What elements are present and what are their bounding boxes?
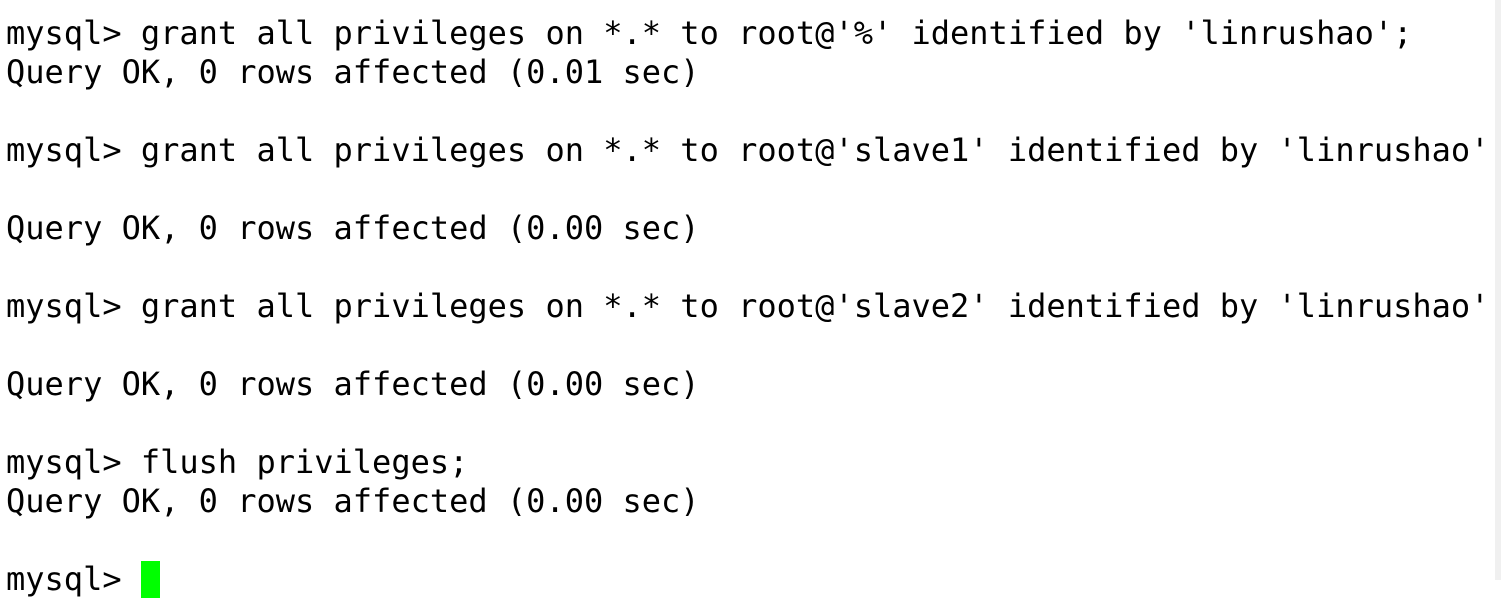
terminal-line: Query OK, 0 rows affected (0.00 sec)	[6, 365, 700, 403]
terminal-window[interactable]: mysql> grant all privileges on *.* to ro…	[0, 0, 1501, 598]
terminal-line: Query OK, 0 rows affected (0.00 sec)	[6, 482, 700, 520]
terminal-line: mysql> grant all privileges on *.* to ro…	[6, 287, 1501, 325]
text-cursor	[140, 561, 160, 598]
prompt-line[interactable]: mysql>	[6, 560, 1501, 598]
terminal-line: Query OK, 0 rows affected (0.00 sec)	[6, 209, 700, 247]
scrollbar[interactable]	[1495, 0, 1501, 580]
mysql-prompt: mysql>	[6, 560, 141, 598]
terminal-line: mysql> flush privileges;	[6, 443, 469, 481]
terminal-line: mysql> grant all privileges on *.* to ro…	[6, 14, 1413, 52]
terminal-line: mysql> grant all privileges on *.* to ro…	[6, 131, 1501, 169]
terminal-line: Query OK, 0 rows affected (0.01 sec)	[6, 53, 700, 91]
